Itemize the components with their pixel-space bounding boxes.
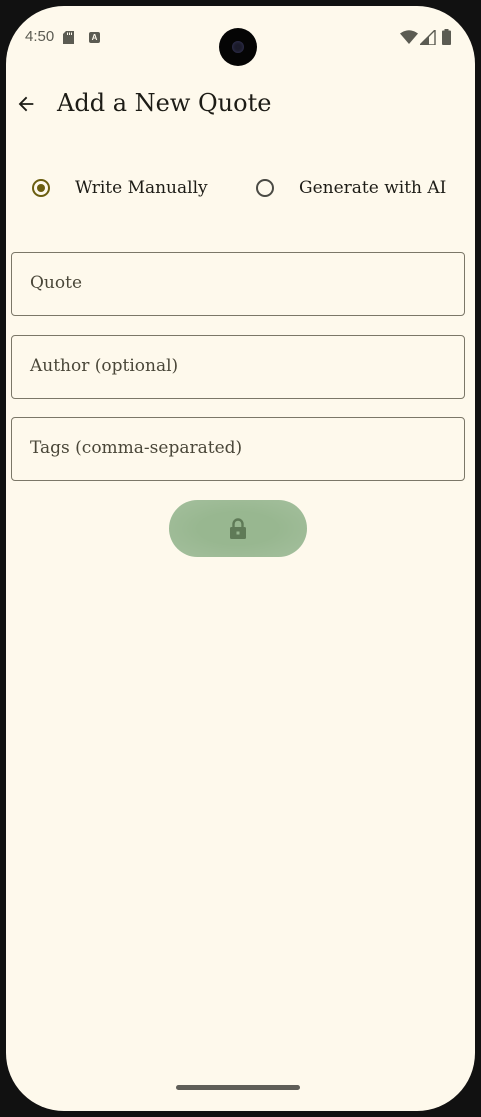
write-manually-option[interactable]: Write Manually <box>32 164 208 212</box>
write-manually-label: Write Manually <box>75 178 208 198</box>
quote-placeholder: Quote <box>30 273 83 293</box>
sd-card-icon <box>63 31 74 44</box>
generate-with-ai-option[interactable]: Generate with AI <box>256 164 446 212</box>
author-input[interactable]: Author (optional) <box>11 335 465 399</box>
top-app-bar: Add a New Quote <box>6 74 475 134</box>
tags-input[interactable]: Tags (comma-separated) <box>11 417 465 481</box>
generate-with-ai-label: Generate with AI <box>299 178 447 198</box>
tags-placeholder: Tags (comma-separated) <box>30 438 243 458</box>
back-button[interactable] <box>8 86 44 122</box>
status-bar: 4:50 A <box>6 6 475 66</box>
radio-selected-icon[interactable] <box>32 179 50 197</box>
battery-icon <box>442 29 451 45</box>
mode-selector: Write Manually Generate with AI <box>6 164 475 212</box>
lock-icon <box>230 517 246 539</box>
radio-unselected-icon[interactable] <box>256 179 274 197</box>
status-time: 4:50 <box>25 28 55 45</box>
quote-input[interactable]: Quote <box>11 252 465 316</box>
arrow-back-icon <box>18 96 34 112</box>
device-frame: 4:50 A Add a New Quote Write Manually Ge… <box>0 0 481 1117</box>
home-indicator[interactable] <box>176 1085 300 1090</box>
wifi-icon <box>400 30 418 44</box>
signal-icon <box>420 30 436 45</box>
a-notification-icon: A <box>89 32 100 43</box>
front-camera <box>219 28 257 66</box>
page-title: Add a New Quote <box>57 89 272 117</box>
screen: 4:50 A Add a New Quote Write Manually Ge… <box>6 6 475 1111</box>
author-placeholder: Author (optional) <box>30 356 179 376</box>
save-quote-button[interactable] <box>169 500 307 557</box>
